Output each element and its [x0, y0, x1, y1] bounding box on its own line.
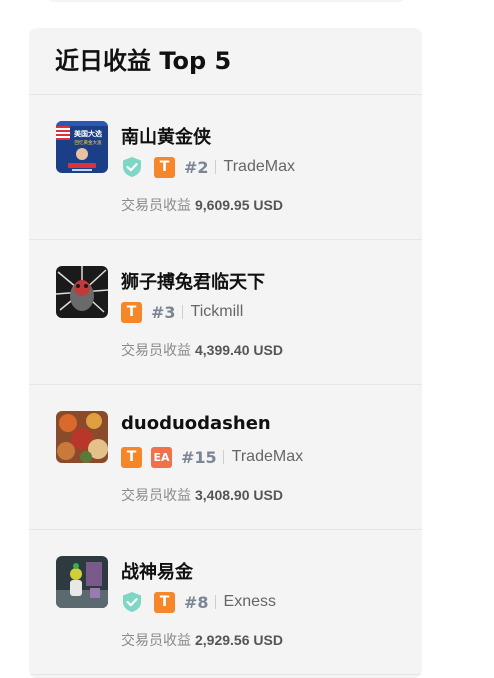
trader-row[interactable]: 狮子搏兔君临天下 T #3 Tickmill 交易员收益 4,399.40 USD	[29, 240, 422, 385]
divider	[214, 160, 216, 174]
earnings-value: 3,408.90 USD	[195, 487, 283, 503]
trader-meta: T #8 Exness	[121, 590, 276, 614]
earnings-value: 9,609.95 USD	[195, 197, 283, 213]
trader-type-badge: T	[121, 301, 142, 323]
broker-name: TradeMax	[223, 158, 295, 175]
ea-badge: EA	[151, 446, 172, 468]
trader-name[interactable]: 战神易金	[121, 558, 193, 584]
trader-type-badge: T	[154, 591, 175, 613]
trader-rank: #3	[151, 302, 176, 322]
trader-meta: T #3 Tickmill	[121, 300, 243, 324]
shield-check-icon	[123, 592, 141, 612]
trader-rank: #8	[184, 592, 209, 612]
earnings-label: 交易员收益	[121, 487, 191, 503]
trader-rank: #2	[184, 157, 209, 177]
earnings-value: 2,929.56 USD	[195, 632, 283, 648]
divider	[214, 595, 216, 609]
trader-row[interactable]: 战神易金 T #8 Exness 交易员收益 2,929.56 USD	[29, 530, 422, 675]
broker-name: Tickmill	[190, 303, 244, 320]
svg-text:回忆黄金大涨: 回忆黄金大涨	[75, 139, 102, 146]
trader-row[interactable]: duoduodashen T EA #15 TradeMax 交易员收益 3,40…	[29, 385, 422, 530]
divider	[181, 305, 183, 319]
trader-name[interactable]: 狮子搏兔君临天下	[121, 268, 265, 294]
trader-earnings: 交易员收益 4,399.40 USD	[121, 340, 283, 360]
svg-text:美国大选: 美国大选	[74, 129, 102, 138]
trader-avatar[interactable]: 美国大选 回忆黄金大涨	[56, 121, 108, 173]
earnings-label: 交易员收益	[121, 197, 191, 213]
trader-type-badge: T	[121, 446, 142, 468]
trader-name[interactable]: duoduodashen	[121, 413, 271, 434]
trader-avatar[interactable]	[56, 266, 108, 318]
previous-card-edge	[46, 0, 406, 2]
trader-earnings: 交易员收益 2,929.56 USD	[121, 630, 283, 650]
top5-earnings-panel: 近日收益 Top 5 美国大选 回忆黄金大涨 南山黄金侠 T #2 TradeM…	[29, 28, 422, 678]
trader-meta: T EA #15 TradeMax	[121, 445, 303, 469]
trader-avatar[interactable]	[56, 556, 108, 608]
trader-avatar[interactable]	[56, 411, 108, 463]
panel-title: 近日收益 Top 5	[29, 28, 422, 95]
trader-type-badge: T	[154, 156, 175, 178]
earnings-value: 4,399.40 USD	[195, 342, 283, 358]
trader-rank: #15	[181, 447, 217, 467]
trader-earnings: 交易员收益 9,609.95 USD	[121, 195, 283, 215]
trader-name[interactable]: 南山黄金侠	[121, 123, 211, 149]
broker-name: Exness	[223, 593, 277, 610]
trader-row[interactable]: 美国大选 回忆黄金大涨 南山黄金侠 T #2 TradeMax 交易员收益 9,6…	[29, 95, 422, 240]
earnings-label: 交易员收益	[121, 342, 191, 358]
shield-check-icon	[123, 157, 141, 177]
broker-name: TradeMax	[231, 448, 304, 465]
trader-earnings: 交易员收益 3,408.90 USD	[121, 485, 283, 505]
trader-meta: T #2 TradeMax	[121, 155, 295, 179]
earnings-label: 交易员收益	[121, 632, 191, 648]
divider	[222, 450, 224, 464]
